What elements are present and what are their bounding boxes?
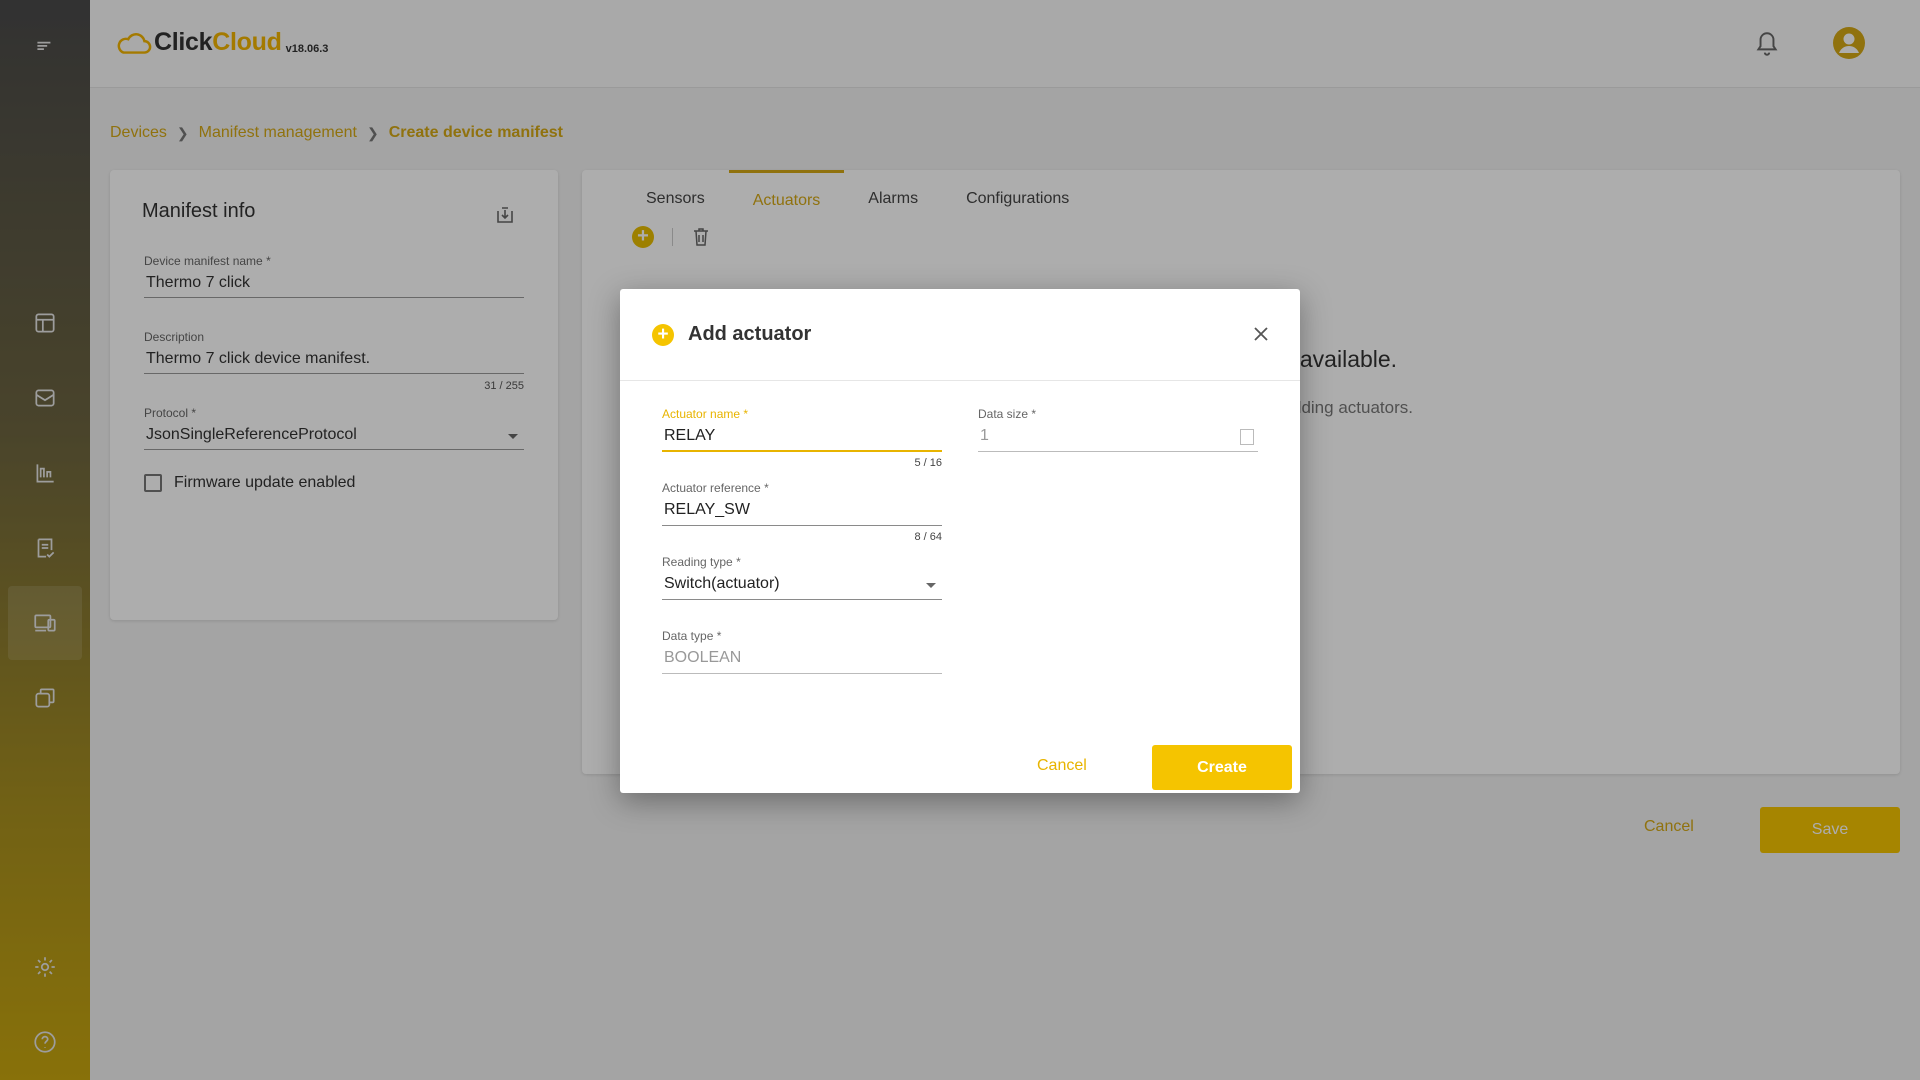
- number-stepper-icon: [1240, 429, 1254, 445]
- actuator-reference-counter: 8 / 64: [914, 531, 942, 543]
- reading-type-select[interactable]: Switch(actuator): [662, 569, 942, 600]
- dropdown-arrow-icon: [926, 583, 936, 588]
- add-actuator-dialog: + Add actuator Actuator name * RELAY 5 /…: [620, 289, 1300, 793]
- dialog-title: Add actuator: [688, 323, 812, 345]
- data-type-label: Data type *: [662, 629, 722, 643]
- close-icon[interactable]: [1252, 325, 1270, 343]
- data-type-input: BOOLEAN: [662, 643, 942, 674]
- dialog-cancel-button[interactable]: Cancel: [1037, 757, 1087, 775]
- actuator-name-field[interactable]: Actuator name * RELAY 5 / 16: [662, 407, 942, 469]
- actuator-reference-field[interactable]: Actuator reference * RELAY_SW 8 / 64: [662, 481, 942, 543]
- data-size-label: Data size *: [978, 407, 1037, 421]
- actuator-name-label: Actuator name *: [662, 407, 749, 421]
- actuator-name-input[interactable]: RELAY: [662, 421, 942, 452]
- reading-type-label: Reading type *: [662, 555, 741, 569]
- dialog-create-button[interactable]: Create: [1152, 745, 1292, 790]
- reading-type-field[interactable]: Reading type * Switch(actuator): [662, 555, 942, 600]
- dialog-header: + Add actuator: [620, 289, 1300, 381]
- actuator-reference-label: Actuator reference *: [662, 481, 769, 495]
- add-circle-icon: +: [652, 324, 674, 346]
- data-type-field: Data type * BOOLEAN: [662, 629, 942, 674]
- actuator-name-counter: 5 / 16: [914, 457, 942, 469]
- data-size-input: 1: [978, 421, 1258, 452]
- data-size-field: Data size * 1: [978, 407, 1258, 452]
- actuator-reference-input[interactable]: RELAY_SW: [662, 495, 942, 526]
